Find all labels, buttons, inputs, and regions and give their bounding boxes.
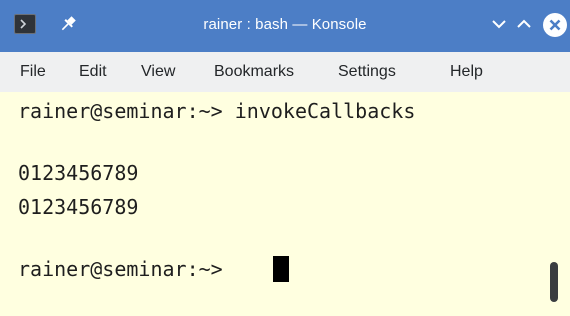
terminal-prompt: rainer@seminar:~> [18, 257, 235, 281]
menu-edit[interactable]: Edit [79, 62, 107, 82]
menu-bookmarks[interactable]: Bookmarks [214, 62, 294, 82]
menu-settings[interactable]: Settings [338, 62, 396, 82]
menu-bar: File Edit View Bookmarks Settings Help [0, 52, 570, 92]
terminal-line: rainer@seminar:~> invokeCallbacks [18, 99, 416, 123]
menu-help[interactable]: Help [450, 62, 483, 82]
konsole-window: rainer : bash — Konsole File Edit View B… [0, 0, 570, 316]
window-title: rainer : bash — Konsole [203, 16, 367, 33]
terminal-area[interactable]: rainer@seminar:~> invokeCallbacks 012345… [0, 92, 570, 316]
menu-file[interactable]: File [20, 62, 46, 82]
chevron-up-icon[interactable] [514, 14, 534, 34]
terminal-line: 0123456789 [18, 195, 139, 219]
scrollbar[interactable] [550, 262, 558, 302]
menu-view[interactable]: View [141, 62, 175, 82]
text-cursor [273, 256, 289, 282]
chevron-down-icon[interactable] [489, 14, 509, 34]
terminal-line: 0123456789 [18, 161, 139, 185]
title-bar[interactable]: rainer : bash — Konsole [0, 0, 570, 52]
close-icon[interactable] [542, 12, 568, 38]
